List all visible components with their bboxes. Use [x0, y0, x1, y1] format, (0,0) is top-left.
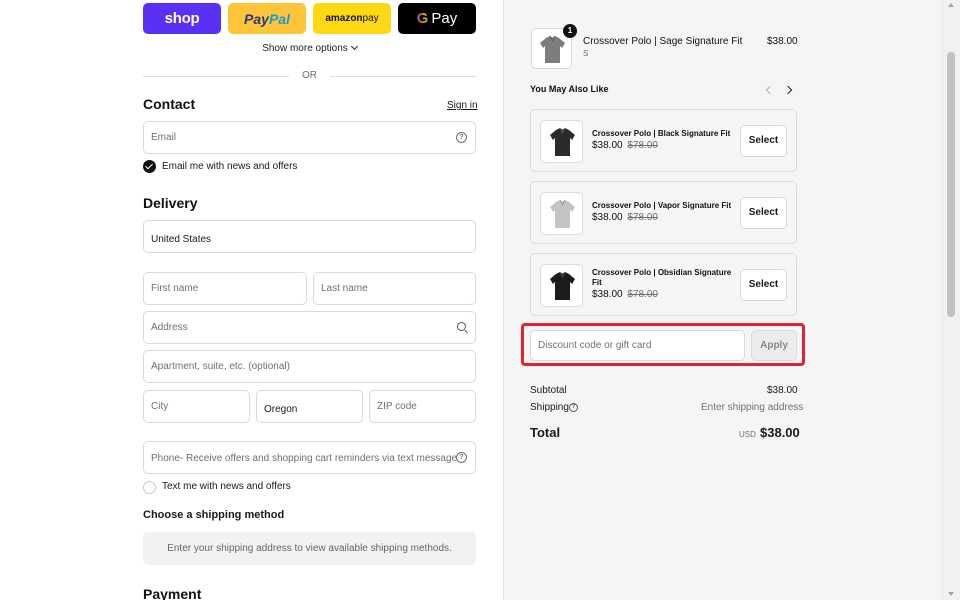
cart-item-name: Crossover Polo | Sage Signature Fit — [583, 36, 743, 47]
shipping-label: Shipping — [530, 402, 569, 413]
sms-checkbox[interactable] — [143, 481, 156, 494]
address-placeholder: Address — [151, 322, 188, 333]
suggestion-name: Crossover Polo | Obsidian Signature Fit — [592, 268, 732, 287]
suggestion-image — [540, 120, 583, 163]
or-divider: OR — [143, 70, 476, 82]
first-name-field[interactable]: First name — [143, 272, 307, 305]
suggestion-card: Crossover Polo | Vapor Signature Fit $38… — [530, 181, 797, 244]
apartment-field[interactable]: Apartment, suite, etc. (optional) — [143, 350, 476, 383]
sign-in-link[interactable]: Sign in — [447, 100, 478, 111]
subtotal-value: $38.00 — [767, 385, 798, 396]
shipping-method-placeholder: Enter your shipping address to view avai… — [143, 532, 476, 565]
page-scrollbar[interactable] — [942, 0, 960, 600]
city-placeholder: City — [151, 401, 169, 412]
select-button[interactable]: Select — [740, 125, 787, 157]
suggestion-image — [540, 192, 583, 235]
apply-button[interactable]: Apply — [751, 330, 797, 361]
cart-item-variant: S — [583, 49, 589, 58]
compare-price: $78.00 — [627, 212, 658, 223]
zip-placeholder: ZIP code — [377, 401, 417, 412]
polo-shirt-icon — [550, 199, 575, 228]
amazon-label: amazon — [325, 13, 363, 24]
first-name-placeholder: First name — [151, 283, 199, 294]
quantity-badge: 1 — [563, 24, 577, 38]
suggestion-price: $38.00 $78.00 — [592, 140, 658, 151]
subtotal-label: Subtotal — [530, 385, 567, 396]
shipping-value: Enter shipping address — [701, 402, 804, 413]
google-pay-button[interactable]: G Pay — [398, 3, 476, 34]
city-field[interactable]: City — [143, 390, 250, 423]
newsletter-checkbox[interactable] — [143, 160, 156, 173]
discount-placeholder: Discount code or gift card — [538, 340, 652, 351]
sms-label: Text me with news and offers — [162, 481, 291, 492]
cart-item-price: $38.00 — [767, 36, 798, 47]
email-placeholder: Email — [151, 132, 177, 143]
suggestion-card: Crossover Polo | Black Signature Fit $38… — [530, 109, 797, 172]
suggestion-price: $38.00 $78.00 — [592, 212, 658, 223]
newsletter-label: Email me with news and offers — [162, 161, 298, 172]
total-value: $38.00 — [760, 425, 800, 440]
google-pay-label: Pay — [431, 10, 458, 27]
state-select[interactable]: Oregon — [256, 390, 363, 423]
contact-heading: Contact — [143, 96, 196, 112]
state-value: Oregon — [264, 404, 298, 415]
scrollbar-thumb[interactable] — [947, 52, 955, 317]
sale-price: $38.00 — [592, 212, 623, 223]
suggestion-card: Crossover Polo | Obsidian Signature Fit … — [530, 253, 797, 316]
apartment-placeholder: Apartment, suite, etc. (optional) — [151, 361, 290, 372]
sale-price: $38.00 — [592, 140, 623, 151]
suggestion-name: Crossover Polo | Vapor Signature Fit — [592, 201, 732, 210]
shop-pay-button[interactable]: shop — [143, 3, 221, 34]
help-icon[interactable]: ? — [569, 403, 578, 412]
select-button[interactable]: Select — [740, 269, 787, 301]
polo-shirt-icon — [550, 271, 575, 300]
discount-code-field[interactable]: Discount code or gift card — [530, 330, 745, 361]
shop-pay-label: shop — [164, 10, 200, 27]
sale-price: $38.00 — [592, 289, 623, 300]
payment-heading: Payment — [143, 586, 202, 600]
suggestion-image — [540, 264, 583, 307]
show-more-label: Show more options — [262, 43, 348, 54]
last-name-placeholder: Last name — [321, 283, 368, 294]
select-button[interactable]: Select — [740, 197, 787, 229]
paypal-button[interactable]: Pay Pal — [228, 3, 306, 34]
polo-shirt-icon — [550, 127, 575, 156]
suggestion-name: Crossover Polo | Black Signature Fit — [592, 129, 731, 138]
last-name-field[interactable]: Last name — [313, 272, 476, 305]
paypal-label-pay: Pay — [244, 10, 269, 27]
divider-line-right — [330, 76, 476, 77]
paypal-label-pal: Pal — [268, 10, 290, 27]
help-icon[interactable]: ? — [456, 452, 467, 463]
email-field[interactable]: Email ? — [143, 121, 476, 154]
shipping-method-heading: Choose a shipping method — [143, 509, 285, 521]
delivery-heading: Delivery — [143, 195, 198, 211]
amazon-pay-button[interactable]: amazon pay — [313, 3, 391, 34]
search-icon — [457, 322, 466, 331]
country-select[interactable]: United States — [143, 220, 476, 253]
google-g-icon: G — [416, 10, 429, 27]
scroll-up-icon[interactable] — [948, 3, 954, 7]
chevron-down-icon — [350, 42, 358, 51]
zip-code-field[interactable]: ZIP code — [369, 390, 476, 423]
scroll-down-icon[interactable] — [948, 592, 954, 596]
compare-price: $78.00 — [627, 289, 658, 300]
shipping-method-message: Enter your shipping address to view avai… — [167, 543, 452, 554]
country-value: United States — [151, 234, 212, 245]
show-more-options-button[interactable]: Show more options — [143, 42, 476, 54]
total-label: Total — [530, 425, 561, 440]
upsell-heading: You May Also Like — [530, 84, 609, 94]
phone-field[interactable]: Phone- Receive offers and shopping cart … — [143, 441, 476, 474]
phone-placeholder: Phone- Receive offers and shopping cart … — [151, 453, 458, 464]
suggestion-price: $38.00 $78.00 — [592, 289, 658, 300]
currency-code: USD — [739, 430, 756, 439]
amazon-pay-label: pay — [362, 13, 379, 24]
compare-price: $78.00 — [627, 140, 658, 151]
address-field[interactable]: Address — [143, 311, 476, 344]
help-icon[interactable]: ? — [456, 132, 467, 143]
